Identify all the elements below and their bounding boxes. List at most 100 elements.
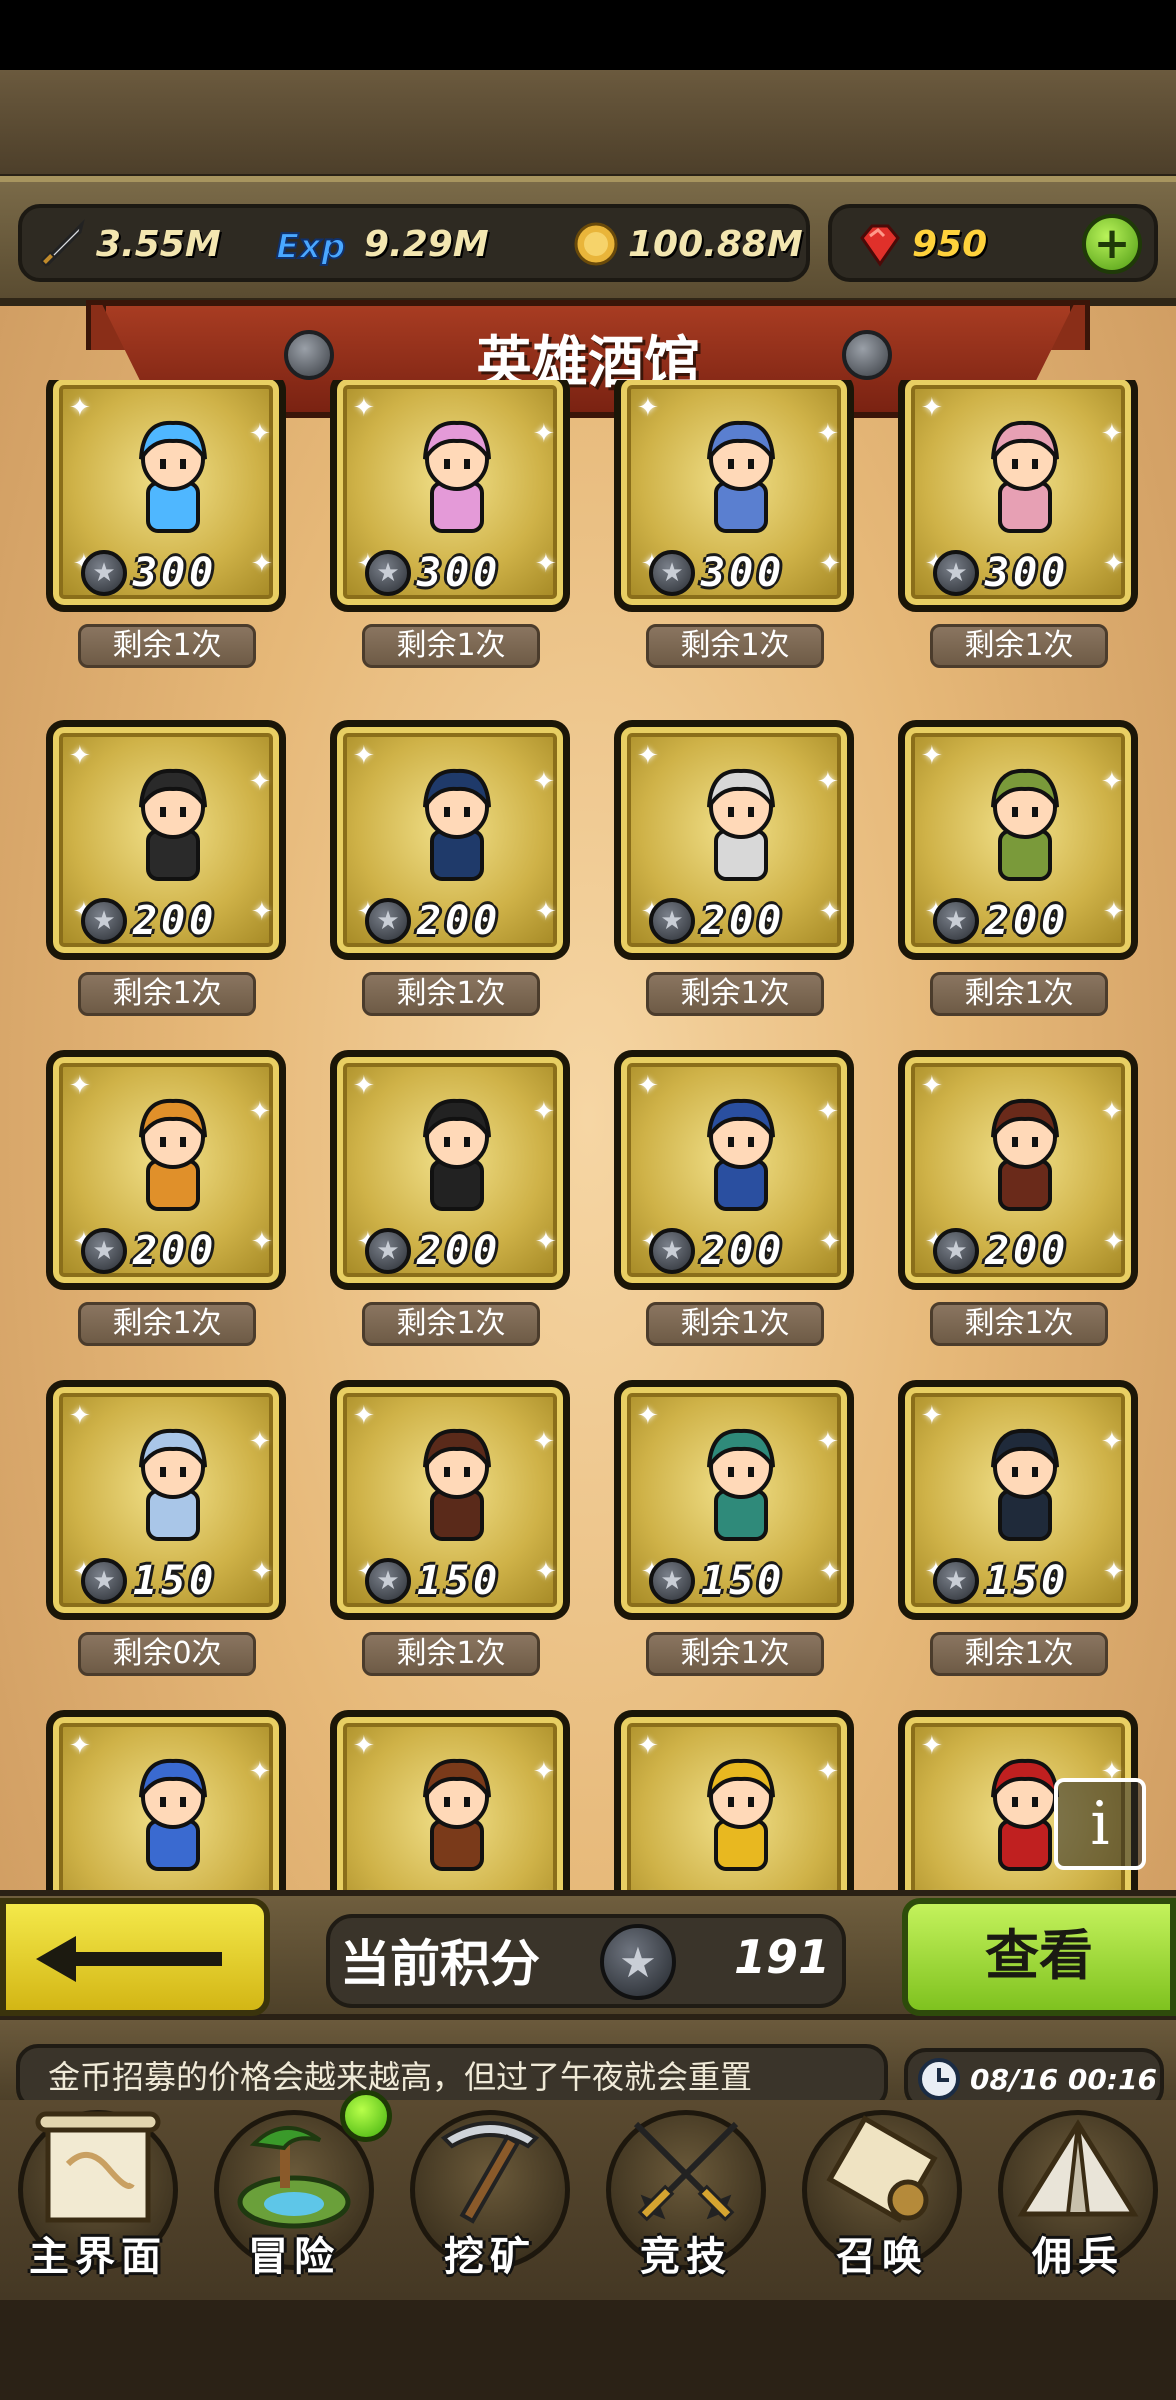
price-value: 150 <box>985 1558 1070 1604</box>
hero-portrait <box>423 768 491 881</box>
hero-card[interactable]: ✦✦✦✦ <box>614 1710 854 1890</box>
remaining-count: 剩余1次 <box>646 1632 824 1676</box>
hero-price: ★ 200 <box>649 895 839 947</box>
sparkle-icon: ✦ <box>817 1097 839 1127</box>
nav-mercenary[interactable]: 佣兵 <box>980 2100 1176 2290</box>
attack-power: 3.55M <box>36 216 221 272</box>
sparkle-icon: ✦ <box>249 419 271 449</box>
star-coin-icon: ★ <box>81 550 127 596</box>
star-coin-icon: ★ <box>365 550 411 596</box>
star-coin-icon: ★ <box>81 898 127 944</box>
hero-card[interactable]: ✦✦✦✦★300 <box>330 380 570 612</box>
sparkle-icon: ✦ <box>817 1427 839 1457</box>
price-value: 200 <box>985 898 1070 944</box>
hero-card[interactable]: ✦✦✦✦★300 <box>614 380 854 612</box>
hero-card[interactable]: ✦✦✦✦★200 <box>46 720 286 960</box>
hero-card[interactable]: ✦✦✦✦ <box>330 1710 570 1890</box>
hero-portrait <box>423 1428 491 1541</box>
top-stone-frame <box>0 70 1176 180</box>
star-coin-icon: ★ <box>365 1558 411 1604</box>
sparkle-icon: ✦ <box>637 1071 659 1101</box>
nav-main[interactable]: 主界面 <box>0 2100 196 2290</box>
remaining-count: 剩余1次 <box>930 624 1108 668</box>
sparkle-icon: ✦ <box>533 767 555 797</box>
hero-card[interactable]: ✦✦✦✦★300 <box>46 380 286 612</box>
hero-price: ★ 150 <box>81 1555 271 1607</box>
hero-card[interactable]: ✦✦✦✦★200 <box>330 1050 570 1290</box>
price-value: 300 <box>417 550 502 596</box>
back-button[interactable] <box>0 1898 270 2016</box>
sparkle-icon: ✦ <box>1101 1097 1123 1127</box>
sparkle-icon: ✦ <box>249 1097 271 1127</box>
hero-card[interactable]: ✦✦✦✦★150 <box>46 1380 286 1620</box>
hero-card[interactable]: ✦✦✦✦ <box>46 1710 286 1890</box>
gold: 100.88M <box>568 216 803 272</box>
hero-portrait <box>139 1758 207 1871</box>
hero-portrait <box>139 768 207 881</box>
nav-summon[interactable]: 召唤 <box>784 2100 980 2290</box>
crossed-swords-icon <box>633 2121 739 2222</box>
sword-icon <box>36 218 88 270</box>
price-value: 200 <box>133 1228 218 1274</box>
hero-price: ★ 150 <box>365 1555 555 1607</box>
hero-card[interactable]: ✦✦✦✦★200 <box>330 720 570 960</box>
remaining-count: 剩余1次 <box>930 1302 1108 1346</box>
star-coin-icon: ★ <box>81 1558 127 1604</box>
price-value: 200 <box>985 1228 1070 1274</box>
hero-price: ★ 200 <box>649 1225 839 1277</box>
hero-price: ★ 300 <box>933 547 1123 599</box>
view-button[interactable]: 查看 <box>902 1898 1176 2016</box>
price-value: 300 <box>701 550 786 596</box>
hero-card[interactable]: ✦✦✦✦★200 <box>614 1050 854 1290</box>
hero-card[interactable]: ✦✦✦✦★300 <box>898 380 1138 612</box>
price-value: 300 <box>985 550 1070 596</box>
add-ruby-button[interactable]: + <box>1082 214 1142 274</box>
star-coin-icon: ★ <box>649 898 695 944</box>
hero-price: ★ 150 <box>933 1555 1123 1607</box>
hero-card[interactable]: ✦✦✦✦★200 <box>898 1050 1138 1290</box>
star-coin-icon: ★ <box>600 1924 676 2000</box>
sparkle-icon: ✦ <box>353 1731 375 1761</box>
hero-card[interactable]: ✦✦✦✦★200 <box>898 720 1138 960</box>
star-coin-icon: ★ <box>365 1228 411 1274</box>
ruby-gem-icon <box>852 218 904 270</box>
nav-mining[interactable]: 挖矿 <box>392 2100 588 2290</box>
nav-arena[interactable]: 竞技 <box>588 2100 784 2290</box>
hero-card[interactable]: ✦✦✦✦★200 <box>46 1050 286 1290</box>
remaining-count: 剩余1次 <box>930 1632 1108 1676</box>
hero-portrait <box>991 768 1059 881</box>
gold-coin-icon <box>568 218 620 270</box>
hero-card[interactable]: ✦✦✦✦★150 <box>330 1380 570 1620</box>
exp-icon: Exp <box>272 218 356 270</box>
sparkle-icon: ✦ <box>637 393 659 423</box>
price-value: 300 <box>133 550 218 596</box>
star-coin-icon: ★ <box>81 1228 127 1274</box>
sparkle-icon: ✦ <box>353 741 375 771</box>
remaining-count: 剩余1次 <box>362 972 540 1016</box>
price-value: 200 <box>417 1228 502 1274</box>
price-value: 200 <box>701 1228 786 1274</box>
sparkle-icon: ✦ <box>249 1427 271 1457</box>
remaining-count: 剩余1次 <box>78 1302 256 1346</box>
price-value: 200 <box>133 898 218 944</box>
sparkle-icon: ✦ <box>353 393 375 423</box>
sparkle-icon: ✦ <box>637 741 659 771</box>
sparkle-icon: ✦ <box>353 1071 375 1101</box>
scroll-map-icon <box>35 2111 161 2223</box>
sparkle-icon: ✦ <box>817 1757 839 1787</box>
hero-card[interactable]: ✦✦✦✦★150 <box>614 1380 854 1620</box>
sparkle-icon: ✦ <box>921 1071 943 1101</box>
sparkle-icon: ✦ <box>533 1097 555 1127</box>
hero-price: ★ 300 <box>81 547 271 599</box>
hero-portrait <box>139 1098 207 1211</box>
notification-dot <box>340 2090 392 2142</box>
price-value: 150 <box>701 1558 786 1604</box>
remaining-count: 剩余1次 <box>646 1302 824 1346</box>
hero-card[interactable]: ✦✦✦✦★150 <box>898 1380 1138 1620</box>
tent-icon <box>1017 2119 1139 2217</box>
star-coin-icon: ★ <box>649 1558 695 1604</box>
remaining-count: 剩余1次 <box>646 624 824 668</box>
sparkle-icon: ✦ <box>921 1401 943 1431</box>
hero-card[interactable]: ✦✦✦✦★200 <box>614 720 854 960</box>
info-button[interactable]: i <box>1054 1778 1146 1870</box>
